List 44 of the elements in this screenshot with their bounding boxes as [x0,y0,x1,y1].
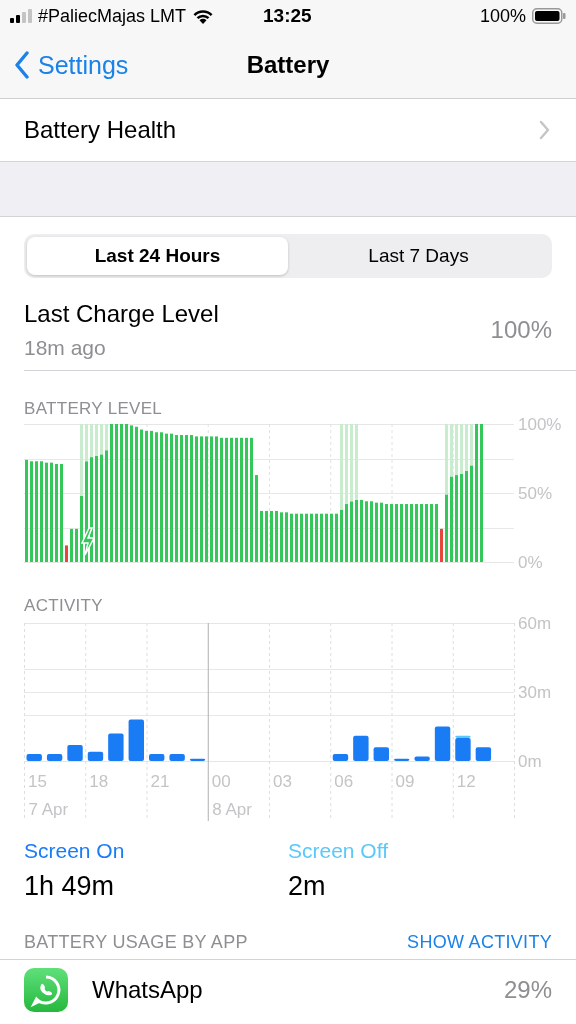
axis-label: 12 [456,772,476,791]
charge-time: 18m ago [24,336,107,360]
battery-percent: 100% [479,5,526,27]
chevron-icon [539,120,550,140]
axis-label: 09 [395,772,415,791]
axis-label: 03 [273,772,292,791]
page-title: Battery [246,51,330,79]
segment-tab[interactable]: Last 7 Days [288,237,549,275]
legend-label: Screen On [24,839,126,863]
back-chevron-icon [14,51,30,79]
total-value: 2m [288,871,327,902]
axis-label: 15 [28,772,47,791]
axis-label: 30m [518,683,552,702]
axis-label: 21 [150,772,170,791]
charge-value: 100% [490,316,552,344]
clock-time: 13:25 [263,5,312,27]
chat-app-icon [24,968,68,1012]
date-label: 8 Apr [212,800,252,819]
lightning-icon [80,527,96,556]
section-heading: ACTIVITY [24,596,104,616]
axis-label: 00 [211,772,231,791]
signal-icon [10,9,32,23]
back-link[interactable]: Settings [14,50,129,80]
usage-percent: 29% [503,976,552,1004]
charge-title: Last Charge Level [24,300,219,328]
axis-label: 0m [518,752,542,771]
legend-label: Screen Off [288,839,389,863]
axis-label: 18 [89,772,109,791]
axis-label: 06 [334,772,354,791]
carrier-name: #PaliecMajas LMT [38,5,187,27]
total-value: 1h 49m [24,871,116,902]
wifi-icon [192,8,215,24]
battery-icon [532,8,566,24]
axis-label: 100% [518,415,562,434]
section-heading: BATTERY LEVEL [24,399,164,419]
axis-label: 0% [518,553,543,572]
show-activity-link[interactable]: SHOW ACTIVITY [407,932,552,953]
segment-tab[interactable]: Last 24 Hours [27,237,288,275]
axis-label: 50% [518,484,553,503]
date-label: 7 Apr [28,800,69,819]
row-label: Battery Health [24,116,177,144]
section-heading: BATTERY USAGE BY APP [24,932,248,953]
app-name: WhatsApp [92,976,204,1004]
axis-label: 60m [518,614,552,633]
